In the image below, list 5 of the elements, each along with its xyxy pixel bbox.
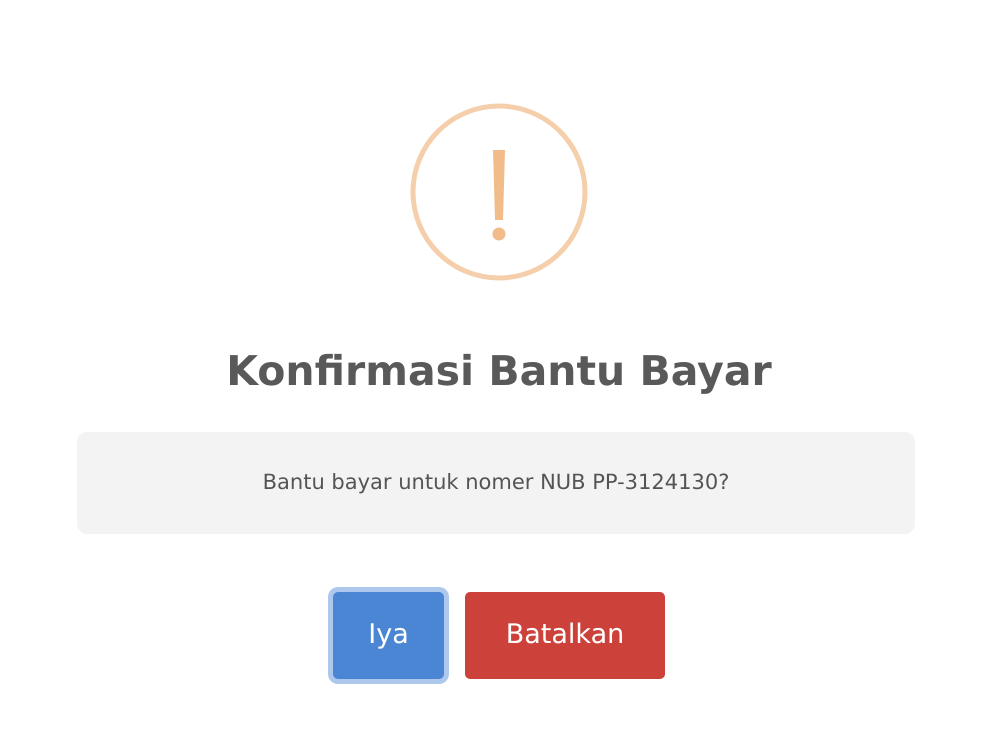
warning-icon xyxy=(410,103,588,281)
dialog-title: Konfirmasi Bantu Bayar xyxy=(225,347,773,396)
cancel-button[interactable]: Batalkan xyxy=(465,592,665,680)
confirm-button[interactable]: Iya xyxy=(333,592,444,680)
dialog-message: Bantu bayar untuk nomer NUB PP-3124130? xyxy=(77,432,915,534)
